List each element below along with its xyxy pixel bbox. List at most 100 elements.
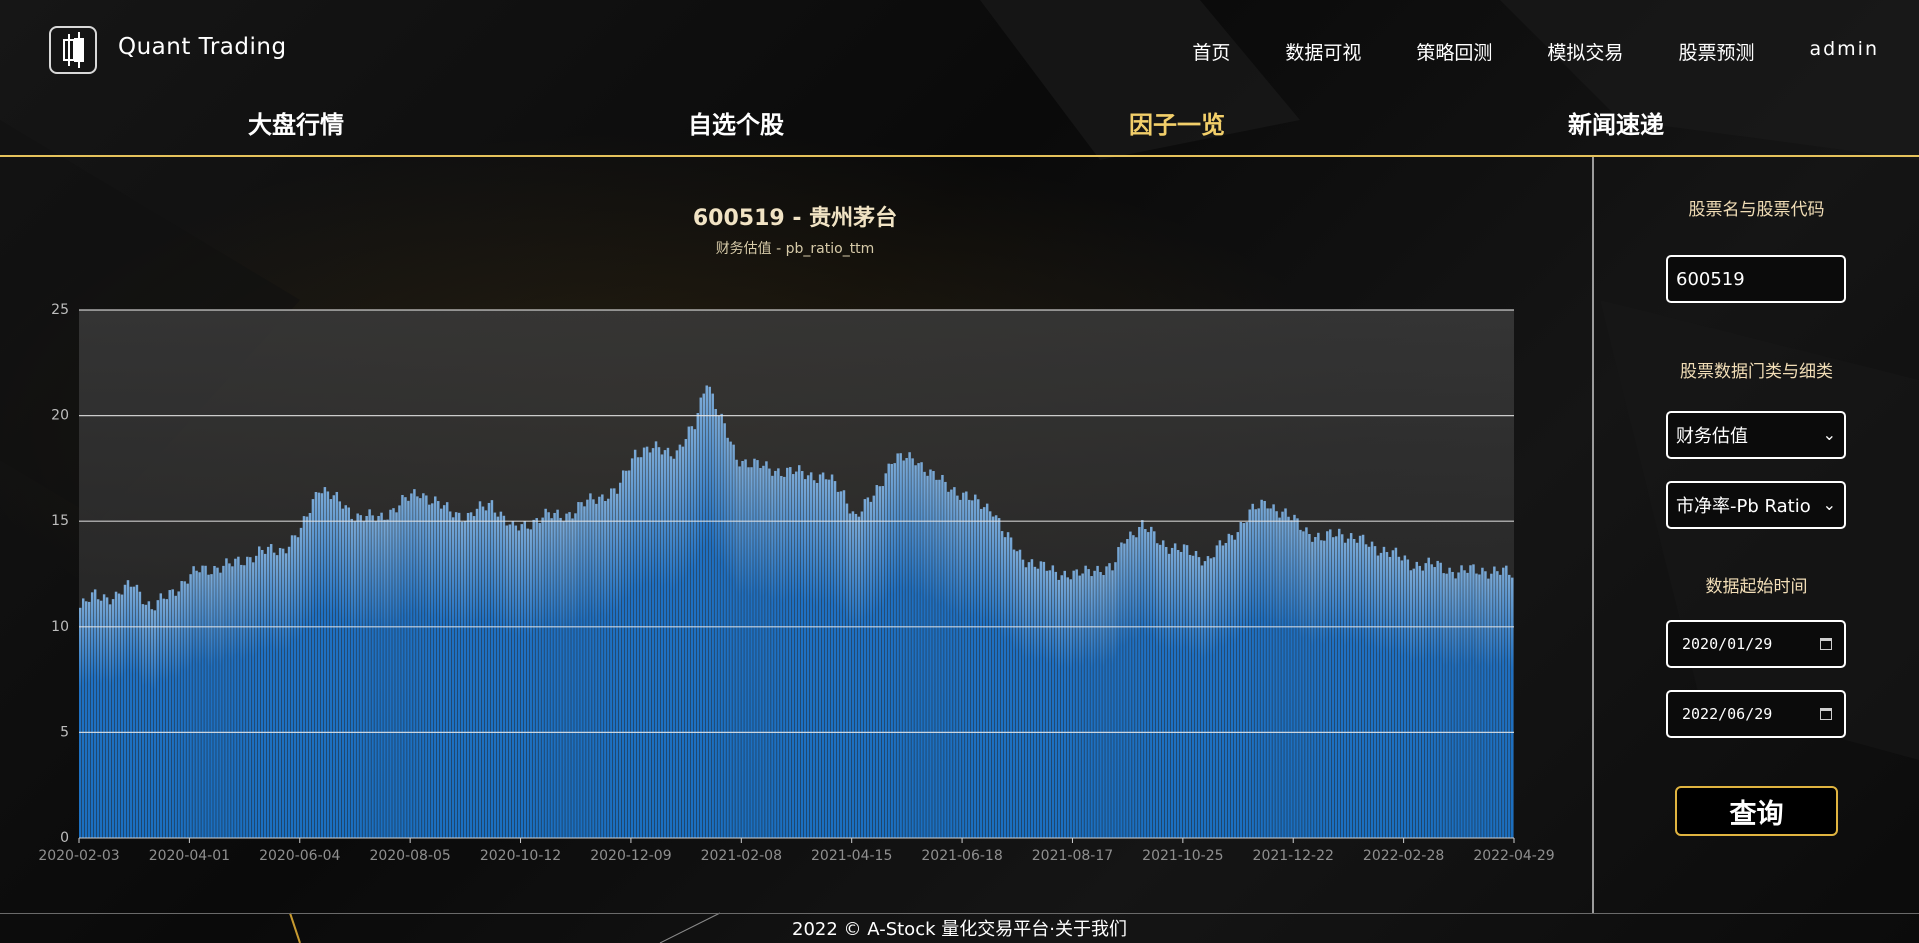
chart-bar[interactable] [833, 481, 837, 838]
chart-bar[interactable] [911, 458, 914, 838]
chart-bar[interactable] [1382, 546, 1386, 838]
chart-bar[interactable] [350, 518, 353, 838]
chart-bar[interactable] [982, 507, 986, 838]
chart-bar[interactable] [562, 521, 565, 838]
chart-bar[interactable] [1126, 539, 1129, 838]
chart-bar[interactable] [1182, 544, 1186, 838]
chart-bar[interactable] [971, 500, 974, 838]
query-button[interactable]: 查询 [1675, 786, 1838, 836]
chart-bar[interactable] [535, 518, 538, 838]
chart-bar[interactable] [320, 493, 324, 838]
chart-bar[interactable] [344, 505, 347, 838]
chart-bar[interactable] [1129, 531, 1132, 838]
chart-bar[interactable] [1090, 576, 1093, 838]
chart-bar[interactable] [472, 516, 476, 838]
stock-code-input[interactable]: 600519 [1666, 255, 1846, 303]
chart-bar[interactable] [935, 479, 938, 838]
chart-bar[interactable] [332, 495, 336, 838]
chart-bar[interactable] [87, 601, 91, 838]
chart-bar[interactable] [1349, 533, 1353, 838]
chart-bar[interactable] [741, 460, 744, 838]
chart-bar[interactable] [1144, 529, 1147, 838]
chart-bar[interactable] [604, 501, 607, 838]
chart-bar[interactable] [818, 474, 822, 838]
chart-bar[interactable] [1293, 514, 1296, 838]
chart-bar[interactable] [723, 423, 726, 838]
chart-bar[interactable] [613, 488, 616, 838]
chart-bar[interactable] [135, 584, 139, 838]
chart-bar[interactable] [1478, 574, 1481, 838]
chart-bar[interactable] [114, 591, 118, 838]
chart-bar[interactable] [1093, 570, 1096, 838]
chart-bar[interactable] [1042, 561, 1046, 838]
chart-bar[interactable] [1141, 520, 1144, 838]
chart-bar[interactable] [663, 450, 667, 838]
chart-bar[interactable] [1320, 540, 1323, 838]
chart-bar[interactable] [380, 512, 383, 838]
chart-bar[interactable] [863, 499, 867, 838]
chart-bar[interactable] [156, 600, 160, 838]
chart-bar[interactable] [1203, 561, 1207, 838]
chart-bar[interactable] [347, 507, 350, 839]
chart-bar[interactable] [1063, 570, 1066, 838]
chart-bar[interactable] [1257, 508, 1260, 838]
chart-bar[interactable] [1156, 543, 1159, 838]
chart-bar[interactable] [1412, 568, 1416, 838]
chart-bar[interactable] [538, 523, 541, 838]
chart-bar[interactable] [410, 493, 413, 838]
chart-bar[interactable] [359, 515, 362, 838]
chart-bar[interactable] [783, 476, 786, 838]
chart-bar[interactable] [1078, 575, 1081, 838]
chart-bar[interactable] [1215, 545, 1219, 838]
chart-bar[interactable] [669, 456, 673, 838]
chart-bar[interactable] [672, 458, 676, 838]
chart-bar[interactable] [1239, 522, 1243, 838]
chart-bar[interactable] [1212, 557, 1216, 838]
chart-bar[interactable] [442, 505, 446, 838]
chart-bar[interactable] [1069, 579, 1072, 838]
chart-bar[interactable] [702, 393, 705, 838]
chart-bar[interactable] [1472, 564, 1475, 838]
chart-bar[interactable] [499, 511, 503, 838]
chart-bar[interactable] [714, 409, 717, 838]
chart-bar[interactable] [1361, 534, 1365, 838]
chart-bar[interactable] [222, 565, 225, 838]
chart-bar[interactable] [1105, 566, 1108, 838]
chart-bar[interactable] [484, 510, 488, 838]
chart-bar[interactable] [502, 515, 506, 838]
chart-bar[interactable] [1075, 569, 1078, 838]
chart-bar[interactable] [1209, 558, 1213, 838]
chart-bar[interactable] [266, 546, 270, 838]
chart-bar[interactable] [812, 480, 816, 838]
chart-bar[interactable] [571, 518, 574, 838]
chart-bar[interactable] [1138, 526, 1141, 838]
chart-bar[interactable] [263, 553, 267, 838]
chart-bar[interactable] [108, 604, 112, 838]
chart-bar[interactable] [407, 500, 410, 838]
tab-market[interactable]: 大盘行情 [248, 105, 344, 140]
chart-bar[interactable] [1484, 571, 1487, 838]
chart-bar[interactable] [687, 426, 691, 838]
chart-bar[interactable] [1096, 565, 1099, 838]
chart-bar[interactable] [851, 511, 855, 838]
chart-bar[interactable] [1466, 572, 1469, 838]
chart-bar[interactable] [377, 516, 380, 838]
chart-bar[interactable] [362, 521, 365, 838]
chart-bar[interactable] [627, 470, 631, 838]
chart-bar[interactable] [1057, 579, 1061, 838]
chart-bar[interactable] [800, 471, 804, 838]
chart-bar[interactable] [568, 512, 571, 838]
chart-bar[interactable] [601, 494, 604, 838]
chart-bar[interactable] [1114, 562, 1117, 838]
chart-bar[interactable] [923, 471, 926, 838]
chart-bar[interactable] [753, 458, 756, 838]
candlestick-logo-icon[interactable] [49, 26, 97, 74]
chart-bar[interactable] [431, 503, 434, 838]
chart-bar[interactable] [595, 503, 598, 838]
chart-bar[interactable] [204, 565, 207, 838]
chart-bar[interactable] [460, 521, 464, 838]
nav-item-data-visual[interactable]: 数据可视 [1285, 38, 1361, 68]
chart-bar[interactable] [493, 512, 497, 838]
chart-bar[interactable] [738, 466, 741, 838]
chart-bar[interactable] [165, 599, 168, 838]
